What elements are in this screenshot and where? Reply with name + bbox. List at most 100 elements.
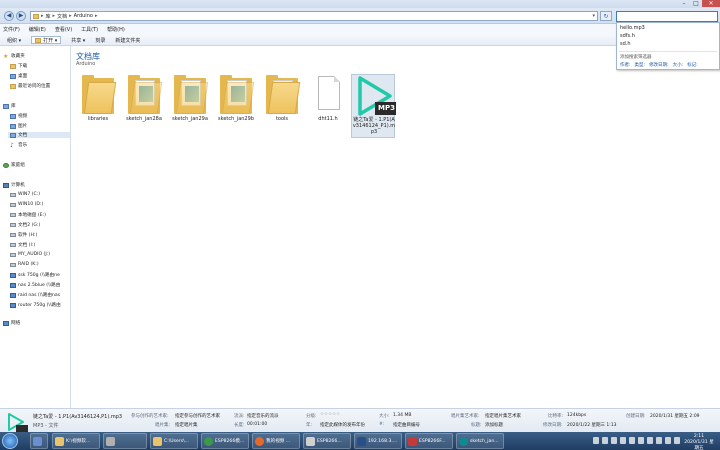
sidebar-network-drive[interactable]: nas 2.5blue (\\路由: [10, 282, 60, 288]
taskbar-app[interactable]: 我的视频 ...: [252, 433, 300, 449]
filter-size[interactable]: 大小:: [673, 62, 684, 68]
taskbar-app[interactable]: sketch_jan...: [456, 433, 504, 449]
filter-type[interactable]: 类型:: [635, 62, 646, 68]
sidebar-homegroup[interactable]: 家庭组: [3, 162, 25, 168]
window-controls: – □ ✕: [678, 0, 720, 8]
tray-icon[interactable]: [611, 437, 617, 444]
tray-icon[interactable]: [620, 437, 626, 444]
taskbar-app[interactable]: ESP8266...: [303, 433, 351, 449]
breadcrumb-library[interactable]: 库: [46, 13, 51, 20]
menu-file[interactable]: 文件(F): [3, 26, 20, 33]
breadcrumb-documents[interactable]: 文档: [57, 13, 67, 20]
details-value[interactable]: 指定参与创作的艺术家: [175, 413, 220, 419]
details-value[interactable]: 添加标题: [485, 422, 503, 428]
sidebar-libraries[interactable]: 库: [3, 103, 16, 109]
sidebar-drive[interactable]: 文档2 (G:): [10, 222, 40, 228]
minimize-button[interactable]: –: [678, 0, 690, 7]
sidebar-drive[interactable]: 软件 (H:): [10, 232, 37, 238]
sidebar-item-desktop[interactable]: 桌面: [10, 73, 27, 79]
refresh-button[interactable]: ↻: [600, 11, 612, 21]
forward-button[interactable]: ▶: [16, 11, 26, 21]
details-value[interactable]: 指定唱片集艺术家: [485, 413, 521, 419]
chevron-down-icon[interactable]: ▾: [592, 13, 595, 19]
sidebar-drive[interactable]: 文档 (I:): [10, 242, 35, 248]
sidebar-item-pictures[interactable]: 图片: [10, 123, 27, 129]
sidebar-item-downloads[interactable]: 下载: [10, 63, 27, 69]
rating-stars[interactable]: ☆☆☆☆☆: [320, 412, 340, 417]
sidebar-drive[interactable]: WIN7 (C:): [10, 192, 40, 197]
burn-button[interactable]: 刻录: [95, 37, 105, 44]
taskbar-app[interactable]: C:\Users\...: [150, 433, 198, 449]
sidebar-drive[interactable]: 本地磁盘 (E:): [10, 212, 46, 218]
sidebar-network-drive[interactable]: ssk 750g (\\路由ne: [10, 272, 60, 278]
sidebar-item-label: 桌面: [18, 74, 28, 79]
details-value[interactable]: 指定曲目编号: [393, 422, 420, 428]
sidebar-drive[interactable]: MY_AUDIO (J:): [10, 252, 50, 257]
tray-icon[interactable]: [638, 437, 644, 444]
filter-author[interactable]: 作者:: [620, 62, 631, 68]
file-item-folder[interactable]: libraries: [76, 74, 120, 154]
details-value[interactable]: 指定音乐的流派: [247, 413, 279, 419]
network-tray-icon[interactable]: [665, 437, 671, 444]
sidebar-drive[interactable]: RAID (K:): [10, 262, 39, 267]
share-button[interactable]: 共享 ▾: [71, 37, 85, 44]
taskbar-app[interactable]: ESP8266F...: [405, 433, 453, 449]
close-button[interactable]: ✕: [702, 0, 720, 7]
sidebar-favorites[interactable]: ★ 收藏夹: [3, 53, 25, 59]
file-item-folder[interactable]: sketch_jan29b: [214, 74, 258, 154]
open-button[interactable]: 打开 ▾: [31, 36, 62, 44]
file-item-folder[interactable]: sketch_jan29a: [168, 74, 212, 154]
taskbar-app[interactable]: [30, 433, 48, 449]
file-item-folder[interactable]: sketch_jan28a: [122, 74, 166, 154]
taskbar-app[interactable]: ESP8266模...: [201, 433, 249, 449]
folder-icon: [264, 74, 301, 114]
volume-tray-icon[interactable]: [674, 437, 680, 444]
menu-edit[interactable]: 编辑(E): [29, 26, 46, 33]
address-field[interactable]: ▸ 库 ▸ 文档 ▸ Arduino ▸ ▾: [30, 11, 598, 21]
file-name: sketch_jan28a: [126, 116, 162, 122]
sidebar-item-recent[interactable]: 最近访问的位置: [10, 83, 50, 89]
search-suggestion[interactable]: sdfs.h: [620, 33, 635, 39]
file-item-mp3[interactable]: MP3 链之Ta爱 - 1.P1(Av3146124_P1).mp3: [351, 74, 396, 138]
sidebar-item-videos[interactable]: 视频: [10, 113, 27, 119]
tray-icon[interactable]: [593, 437, 599, 444]
details-label: 流派:: [234, 414, 245, 419]
tray-icon[interactable]: [656, 437, 662, 444]
file-item-file[interactable]: dht11.h: [306, 74, 350, 154]
tray-icon[interactable]: [629, 437, 635, 444]
sidebar-computer[interactable]: 计算机: [3, 182, 25, 188]
back-button[interactable]: ◀: [4, 11, 14, 21]
sidebar-network-drive[interactable]: router 750g (\\路由: [10, 302, 61, 308]
start-button[interactable]: [2, 433, 18, 449]
menu-help[interactable]: 帮助(H): [107, 26, 125, 33]
details-value[interactable]: 指定唱片集: [175, 422, 198, 428]
new-folder-button[interactable]: 新建文件夹: [115, 37, 140, 44]
file-item-folder[interactable]: tools: [260, 74, 304, 154]
search-input[interactable]: [616, 11, 718, 22]
tray-icon[interactable]: [602, 437, 608, 444]
search-suggestion[interactable]: hello.mp3: [620, 25, 645, 31]
computer-icon: [3, 182, 9, 188]
sidebar-item-label: 网络: [11, 321, 21, 326]
maximize-button[interactable]: □: [690, 0, 702, 7]
sidebar-network-drive[interactable]: raid nas (\\路由nas: [10, 292, 60, 298]
sidebar-network[interactable]: 网络: [3, 320, 20, 326]
chevron-right-icon: ▸: [41, 13, 44, 19]
taskbar-app[interactable]: 192.168.3....: [354, 433, 402, 449]
filter-tags[interactable]: 标记:: [687, 62, 698, 68]
search-suggestion[interactable]: sd.h: [620, 41, 631, 47]
filter-modified[interactable]: 修改日期:: [649, 62, 669, 68]
menu-tools[interactable]: 工具(T): [81, 26, 98, 33]
breadcrumb-arduino[interactable]: Arduino: [74, 13, 93, 19]
sidebar-item-documents[interactable]: 文档: [8, 132, 70, 138]
taskbar-app[interactable]: [103, 433, 147, 449]
taskbar-app[interactable]: K:\视频软...: [52, 433, 100, 449]
organize-button[interactable]: 组织 ▾: [7, 37, 21, 44]
clock[interactable]: 2:11 2020/1/31 星期五: [682, 434, 716, 450]
details-value: 2020/1/31 星期五 2:09: [650, 414, 700, 419]
sidebar-drive[interactable]: WIN10 (D:): [10, 202, 43, 207]
sidebar-item-music[interactable]: ♪ 音乐: [10, 142, 27, 148]
tray-icon[interactable]: [647, 437, 653, 444]
menu-view[interactable]: 查看(V): [55, 26, 72, 33]
details-value[interactable]: 指定此媒体的发布年份: [320, 422, 365, 428]
